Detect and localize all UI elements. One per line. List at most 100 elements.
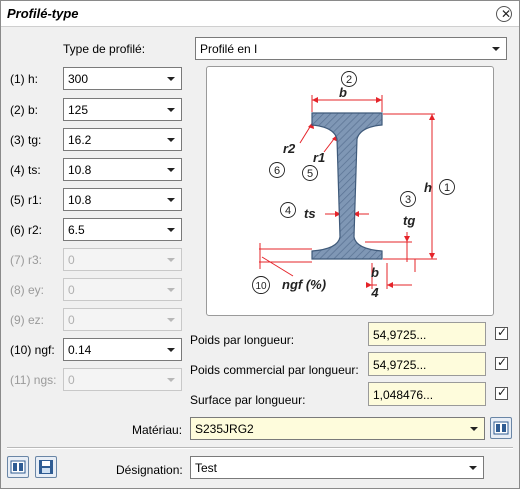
param-r2-label: (6) r2: — [10, 223, 43, 237]
designation-label: Désignation: — [116, 463, 183, 477]
label-b-bottom: b — [371, 265, 379, 280]
surface-per-length-checkbox[interactable]: ✓ — [495, 385, 508, 400]
param-ez-dropdown: 0 — [63, 308, 182, 331]
param-r1-value: 10.8 — [68, 193, 92, 207]
i-beam-section — [311, 112, 383, 260]
weight-per-length-label: Poids par longueur: — [190, 333, 295, 347]
checkmark-icon: ✓ — [497, 385, 508, 399]
chevron-down-icon — [167, 77, 175, 81]
material-dropdown[interactable]: S235JRG2 — [190, 417, 485, 440]
param-r3-value: 0 — [68, 253, 75, 267]
chevron-down-icon — [167, 108, 175, 112]
label-ngf: ngf (%) — [282, 277, 326, 292]
param-ey-dropdown: 0 — [63, 278, 182, 301]
commercial-weight-label: Poids commercial par longueur: — [190, 363, 359, 377]
param-ts-dropdown[interactable]: 10.8 — [63, 158, 182, 181]
surface-per-length-value: 1,048476... — [373, 388, 434, 402]
param-ey-label: (8) ey: — [10, 283, 45, 297]
param-b-label: (2) b: — [10, 103, 39, 117]
library-button[interactable] — [7, 456, 29, 478]
dialog-title: Profilé-type — [7, 6, 79, 21]
chevron-down-icon — [167, 348, 175, 352]
param-tg-dropdown[interactable]: 16.2 — [63, 128, 182, 151]
material-label: Matériau: — [132, 423, 183, 437]
param-ts-value: 10.8 — [68, 163, 92, 177]
commercial-weight-field[interactable]: 54,9725... — [368, 352, 486, 376]
chevron-down-icon — [167, 198, 175, 202]
separator-highlight — [7, 448, 513, 449]
chevron-down-icon — [492, 47, 500, 51]
label-r2: r2 — [283, 141, 296, 156]
label-h: h — [424, 180, 432, 195]
marker-10: 10 — [255, 281, 267, 292]
designation-dropdown[interactable]: Test — [190, 456, 484, 479]
param-r2-dropdown[interactable]: 6.5 — [63, 218, 182, 241]
weight-per-length-checkbox[interactable]: ✓ — [495, 325, 508, 340]
close-icon: ✕ — [501, 7, 512, 21]
i-beam-drawing: b r2 r1 ts tg h ngf (%) b 4 2 1 3 4 5 6 … — [252, 71, 455, 300]
marker-6: 6 — [274, 165, 280, 177]
material-library-button[interactable] — [490, 417, 512, 439]
param-b-value: 125 — [68, 103, 89, 117]
weight-per-length-field[interactable]: 54,9725... — [368, 322, 486, 346]
chevron-down-icon — [167, 378, 175, 382]
title-bar: Profilé-type ✕ — [1, 1, 519, 27]
chevron-down-icon — [167, 258, 175, 262]
label-4-bottom: 4 — [370, 285, 379, 300]
param-b-dropdown[interactable]: 125 — [63, 98, 182, 121]
designation-value: Test — [195, 461, 218, 475]
chevron-down-icon — [167, 228, 175, 232]
param-ngs-label: (11) ngs: — [10, 373, 57, 387]
param-ngs-value: 0 — [68, 373, 75, 387]
marker-5: 5 — [307, 168, 313, 180]
close-button[interactable]: ✕ — [496, 6, 512, 22]
param-ez-label: (9) ez: — [10, 313, 45, 327]
type-profile-value: Profilé en I — [200, 42, 258, 56]
marker-1: 1 — [444, 182, 450, 194]
type-profile-dropdown[interactable]: Profilé en I — [195, 37, 507, 60]
surface-per-length-label: Surface par longueur: — [190, 393, 306, 407]
param-ngs-dropdown: 0 — [63, 368, 182, 391]
label-r1: r1 — [313, 150, 325, 165]
library-icon — [10, 460, 26, 474]
label-b-top: b — [339, 85, 347, 100]
commercial-weight-checkbox[interactable]: ✓ — [495, 355, 508, 370]
save-icon — [39, 460, 53, 474]
label-tg: tg — [403, 213, 415, 228]
checkmark-icon: ✓ — [497, 325, 508, 339]
chevron-down-icon — [167, 138, 175, 142]
param-r1-label: (5) r1: — [10, 193, 43, 207]
label-ts: ts — [304, 206, 316, 221]
chevron-down-icon — [167, 288, 175, 292]
param-ngf-label: (10) ngf: — [10, 343, 55, 357]
param-r3-dropdown: 0 — [63, 248, 182, 271]
checkmark-icon: ✓ — [497, 355, 508, 369]
param-r1-dropdown[interactable]: 10.8 — [63, 188, 182, 211]
param-ts-label: (4) ts: — [10, 163, 41, 177]
param-ez-value: 0 — [68, 313, 75, 327]
param-h-dropdown[interactable]: 300 — [63, 67, 182, 90]
param-ey-value: 0 — [68, 283, 75, 297]
param-r3-label: (7) r3: — [10, 253, 43, 267]
chevron-down-icon — [167, 168, 175, 172]
chevron-down-icon — [167, 318, 175, 322]
param-h-label: (1) h: — [10, 72, 39, 86]
marker-3: 3 — [405, 194, 411, 206]
material-value: S235JRG2 — [195, 422, 254, 436]
type-profile-label: Type de profilé: — [63, 42, 146, 56]
param-ngf-dropdown[interactable]: 0.14 — [63, 338, 182, 361]
param-tg-value: 16.2 — [68, 133, 92, 147]
weight-per-length-value: 54,9725... — [373, 328, 427, 342]
param-r2-value: 6.5 — [68, 223, 85, 237]
param-tg-label: (3) tg: — [10, 133, 42, 147]
marker-4: 4 — [285, 205, 291, 217]
chevron-down-icon — [469, 466, 477, 470]
marker-2: 2 — [346, 74, 352, 86]
surface-per-length-field[interactable]: 1,048476... — [368, 382, 486, 406]
profile-type-dialog: Profilé-type ✕ Type de profilé: Profilé … — [0, 0, 520, 489]
save-favorite-button[interactable] — [35, 456, 57, 478]
param-h-value: 300 — [68, 72, 89, 86]
profile-diagram: b r2 r1 ts tg h ngf (%) b 4 2 1 3 4 5 6 … — [206, 66, 494, 316]
commercial-weight-value: 54,9725... — [373, 358, 427, 372]
library-icon — [493, 421, 509, 435]
